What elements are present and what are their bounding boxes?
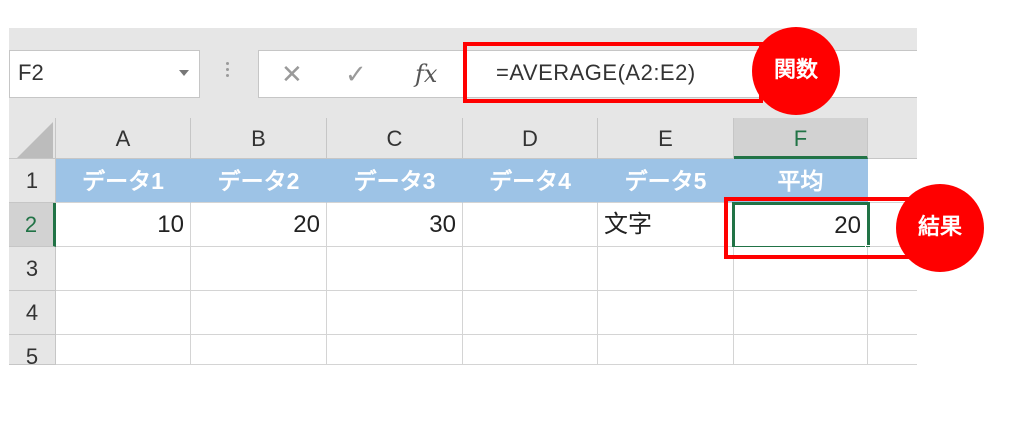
row-header-3[interactable]: 3: [9, 247, 56, 291]
function-badge: 関数: [752, 27, 840, 115]
cell-d3[interactable]: [463, 247, 598, 291]
result-badge: 結果: [896, 184, 984, 272]
cell-c3[interactable]: [327, 247, 463, 291]
cell-g4[interactable]: [868, 291, 917, 335]
name-box-value: F2: [18, 60, 44, 85]
enter-icon[interactable]: ✓: [345, 59, 367, 89]
drag-grip-icon[interactable]: [224, 60, 230, 84]
cell-c1[interactable]: データ3: [327, 159, 463, 203]
cell-a5[interactable]: [56, 335, 191, 365]
cell-d2[interactable]: [463, 203, 598, 247]
cell-b3[interactable]: [191, 247, 327, 291]
result-highlight-box: [724, 197, 918, 259]
cell-b1[interactable]: データ2: [191, 159, 327, 203]
row-header-2[interactable]: 2: [9, 203, 56, 247]
cell-g5[interactable]: [868, 335, 917, 365]
cell-d1[interactable]: データ4: [463, 159, 598, 203]
cell-b2[interactable]: 20: [191, 203, 327, 247]
cell-c5[interactable]: [327, 335, 463, 365]
cell-b5[interactable]: [191, 335, 327, 365]
insert-function-icon[interactable]: fx: [415, 59, 437, 89]
cell-a1[interactable]: データ1: [56, 159, 191, 203]
cell-e1[interactable]: データ5: [598, 159, 734, 203]
cell-e3[interactable]: [598, 247, 734, 291]
cell-e5[interactable]: [598, 335, 734, 365]
column-header-g[interactable]: [868, 118, 917, 159]
select-all-triangle-icon: [17, 122, 53, 158]
name-box[interactable]: F2: [9, 50, 200, 98]
column-header-b[interactable]: B: [191, 118, 327, 159]
formula-buttons: ✕ ✓ fx: [258, 50, 466, 98]
cell-e2[interactable]: 文字: [598, 203, 734, 247]
column-header-d[interactable]: D: [463, 118, 598, 159]
cell-c2[interactable]: 30: [327, 203, 463, 247]
row-header-5[interactable]: 5: [9, 335, 56, 369]
row-header-1[interactable]: 1: [9, 159, 56, 203]
cancel-icon[interactable]: ✕: [281, 59, 303, 89]
formula-highlight-box: [463, 42, 763, 103]
cell-f4[interactable]: [734, 291, 868, 335]
cell-a2[interactable]: 10: [56, 203, 191, 247]
column-header-e[interactable]: E: [598, 118, 734, 159]
cell-b4[interactable]: [191, 291, 327, 335]
cell-f5[interactable]: [734, 335, 868, 365]
column-header-c[interactable]: C: [327, 118, 463, 159]
column-header-f[interactable]: F: [734, 118, 868, 159]
cell-a3[interactable]: [56, 247, 191, 291]
cell-d4[interactable]: [463, 291, 598, 335]
select-all-button[interactable]: [9, 118, 56, 159]
cell-e4[interactable]: [598, 291, 734, 335]
cell-c4[interactable]: [327, 291, 463, 335]
cell-a4[interactable]: [56, 291, 191, 335]
cell-d5[interactable]: [463, 335, 598, 365]
column-header-a[interactable]: A: [56, 118, 191, 159]
row-header-4[interactable]: 4: [9, 291, 56, 335]
chevron-down-icon[interactable]: [179, 70, 189, 76]
